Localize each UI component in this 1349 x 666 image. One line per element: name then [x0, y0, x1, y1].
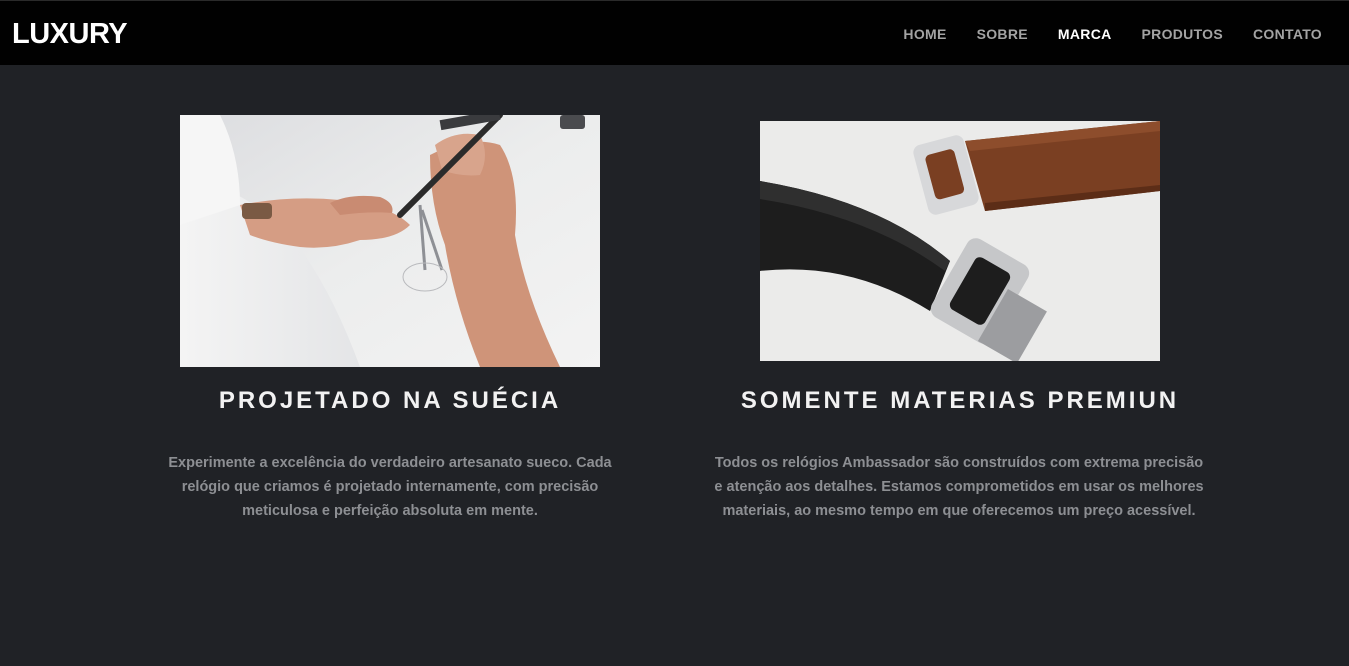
nav-link-marca[interactable]: MARCA — [1058, 26, 1112, 42]
feature-text-materials: Todos os relógios Ambassador são constru… — [714, 455, 1204, 519]
leather-straps-photo — [760, 121, 1160, 361]
nav-link-produtos[interactable]: PRODUTOS — [1142, 26, 1224, 42]
nav-link-home[interactable]: HOME — [903, 26, 946, 42]
feature-text-sweden: Experimente a excelência do verdadeiro a… — [168, 455, 612, 519]
brand-logo[interactable]: LUXURY — [12, 18, 128, 51]
feature-title-materials: SOMENTE MATERIAS PREMIUN — [740, 387, 1180, 414]
navbar: LUXURY HOME SOBRE MARCA PRODUTOS CONTATO — [0, 0, 1349, 65]
feature-title-sweden: PROJETADO NA SUÉCIA — [218, 387, 562, 414]
nav-link-contato[interactable]: CONTATO — [1253, 26, 1322, 42]
nav-link-sobre[interactable]: SOBRE — [977, 26, 1028, 42]
nav-menu: HOME SOBRE MARCA PRODUTOS CONTATO — [903, 26, 1322, 42]
designer-drawing-photo — [180, 115, 600, 367]
